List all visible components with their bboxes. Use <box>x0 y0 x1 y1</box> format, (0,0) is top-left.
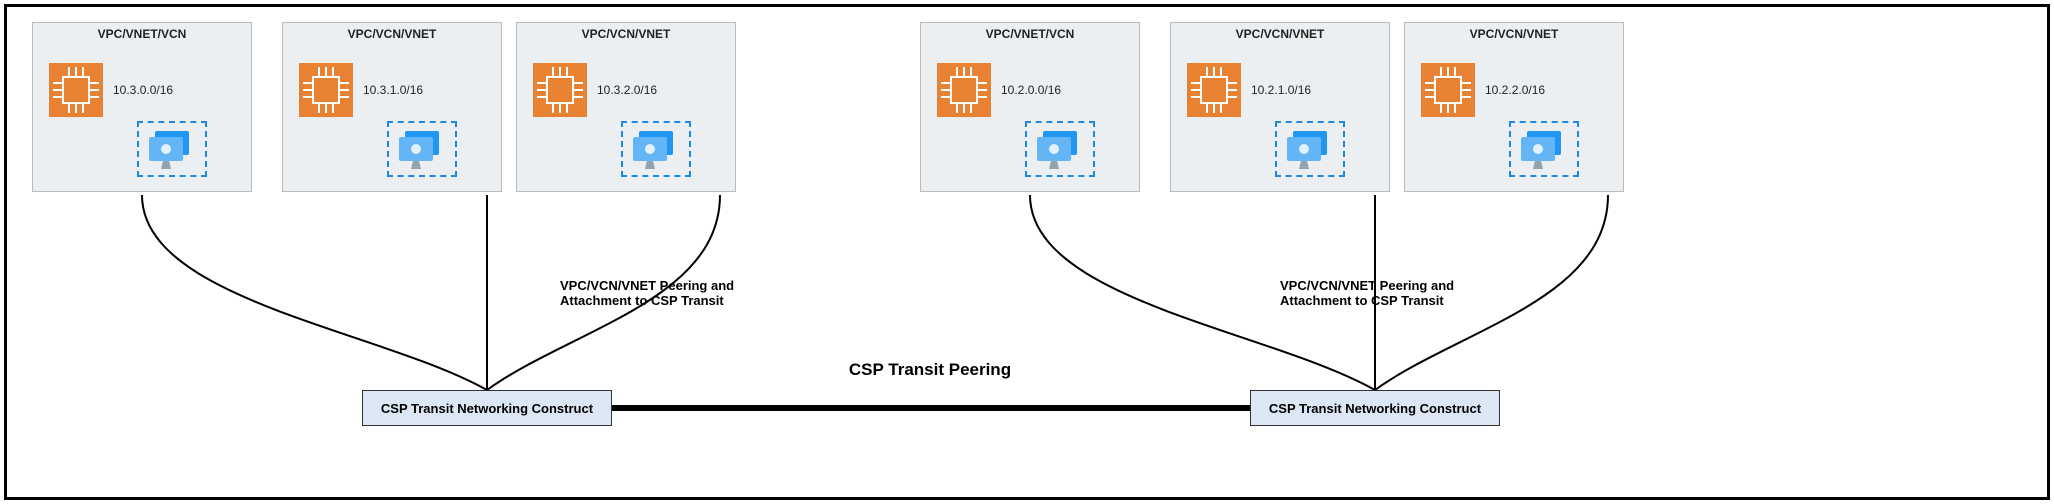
vm-group <box>621 121 691 177</box>
peering-attachment-label-right: VPC/VCN/VNET Peering and Attachment to C… <box>1280 278 1540 308</box>
vpc-cidr: 10.3.1.0/16 <box>363 83 423 97</box>
vpc-cidr: 10.3.0.0/16 <box>113 83 173 97</box>
vm-group <box>387 121 457 177</box>
cpu-chip-icon <box>533 63 587 117</box>
transit-box-right: CSP Transit Networking Construct <box>1250 390 1500 426</box>
vpc-cidr: 10.2.1.0/16 <box>1251 83 1311 97</box>
cpu-chip-icon <box>1421 63 1475 117</box>
vm-group <box>1025 121 1095 177</box>
vpc-title: VPC/VCN/VNET <box>517 27 735 41</box>
cpu-chip-icon <box>937 63 991 117</box>
label-line1: VPC/VCN/VNET Peering and <box>1280 278 1454 293</box>
vpc-title: VPC/VCN/VNET <box>283 27 501 41</box>
label-line2: Attachment to CSP Transit <box>560 293 724 308</box>
vm-group <box>1275 121 1345 177</box>
vpc-box-6: VPC/VCN/VNET 10.2.2.0/16 <box>1404 22 1624 192</box>
vm-display-icon <box>1521 129 1571 173</box>
vm-display-icon <box>149 129 199 173</box>
cpu-chip-icon <box>49 63 103 117</box>
transit-box-left: CSP Transit Networking Construct <box>362 390 612 426</box>
vm-display-icon <box>399 129 449 173</box>
vm-group <box>137 121 207 177</box>
peering-attachment-label-left: VPC/VCN/VNET Peering and Attachment to C… <box>560 278 820 308</box>
cpu-chip-icon <box>299 63 353 117</box>
transit-label: CSP Transit Networking Construct <box>1269 401 1481 416</box>
vm-group <box>1509 121 1579 177</box>
label-line1: VPC/VCN/VNET Peering and <box>560 278 734 293</box>
vpc-box-5: VPC/VCN/VNET 10.2.1.0/16 <box>1170 22 1390 192</box>
vpc-box-3: VPC/VCN/VNET 10.3.2.0/16 <box>516 22 736 192</box>
label-line2: Attachment to CSP Transit <box>1280 293 1444 308</box>
cpu-chip-icon <box>1187 63 1241 117</box>
vpc-box-4: VPC/VNET/VCN 10.2.0.0/16 <box>920 22 1140 192</box>
vpc-cidr: 10.3.2.0/16 <box>597 83 657 97</box>
vpc-box-1: VPC/VNET/VCN 10.3.0.0/16 <box>32 22 252 192</box>
transit-label: CSP Transit Networking Construct <box>381 401 593 416</box>
vpc-title: VPC/VNET/VCN <box>921 27 1139 41</box>
vm-display-icon <box>1037 129 1087 173</box>
vm-display-icon <box>633 129 683 173</box>
vpc-title: VPC/VNET/VCN <box>33 27 251 41</box>
vpc-cidr: 10.2.2.0/16 <box>1485 83 1545 97</box>
vpc-cidr: 10.2.0.0/16 <box>1001 83 1061 97</box>
vpc-title: VPC/VCN/VNET <box>1171 27 1389 41</box>
vm-display-icon <box>1287 129 1337 173</box>
vpc-box-2: VPC/VCN/VNET 10.3.1.0/16 <box>282 22 502 192</box>
csp-transit-peering-label: CSP Transit Peering <box>780 360 1080 380</box>
vpc-title: VPC/VCN/VNET <box>1405 27 1623 41</box>
